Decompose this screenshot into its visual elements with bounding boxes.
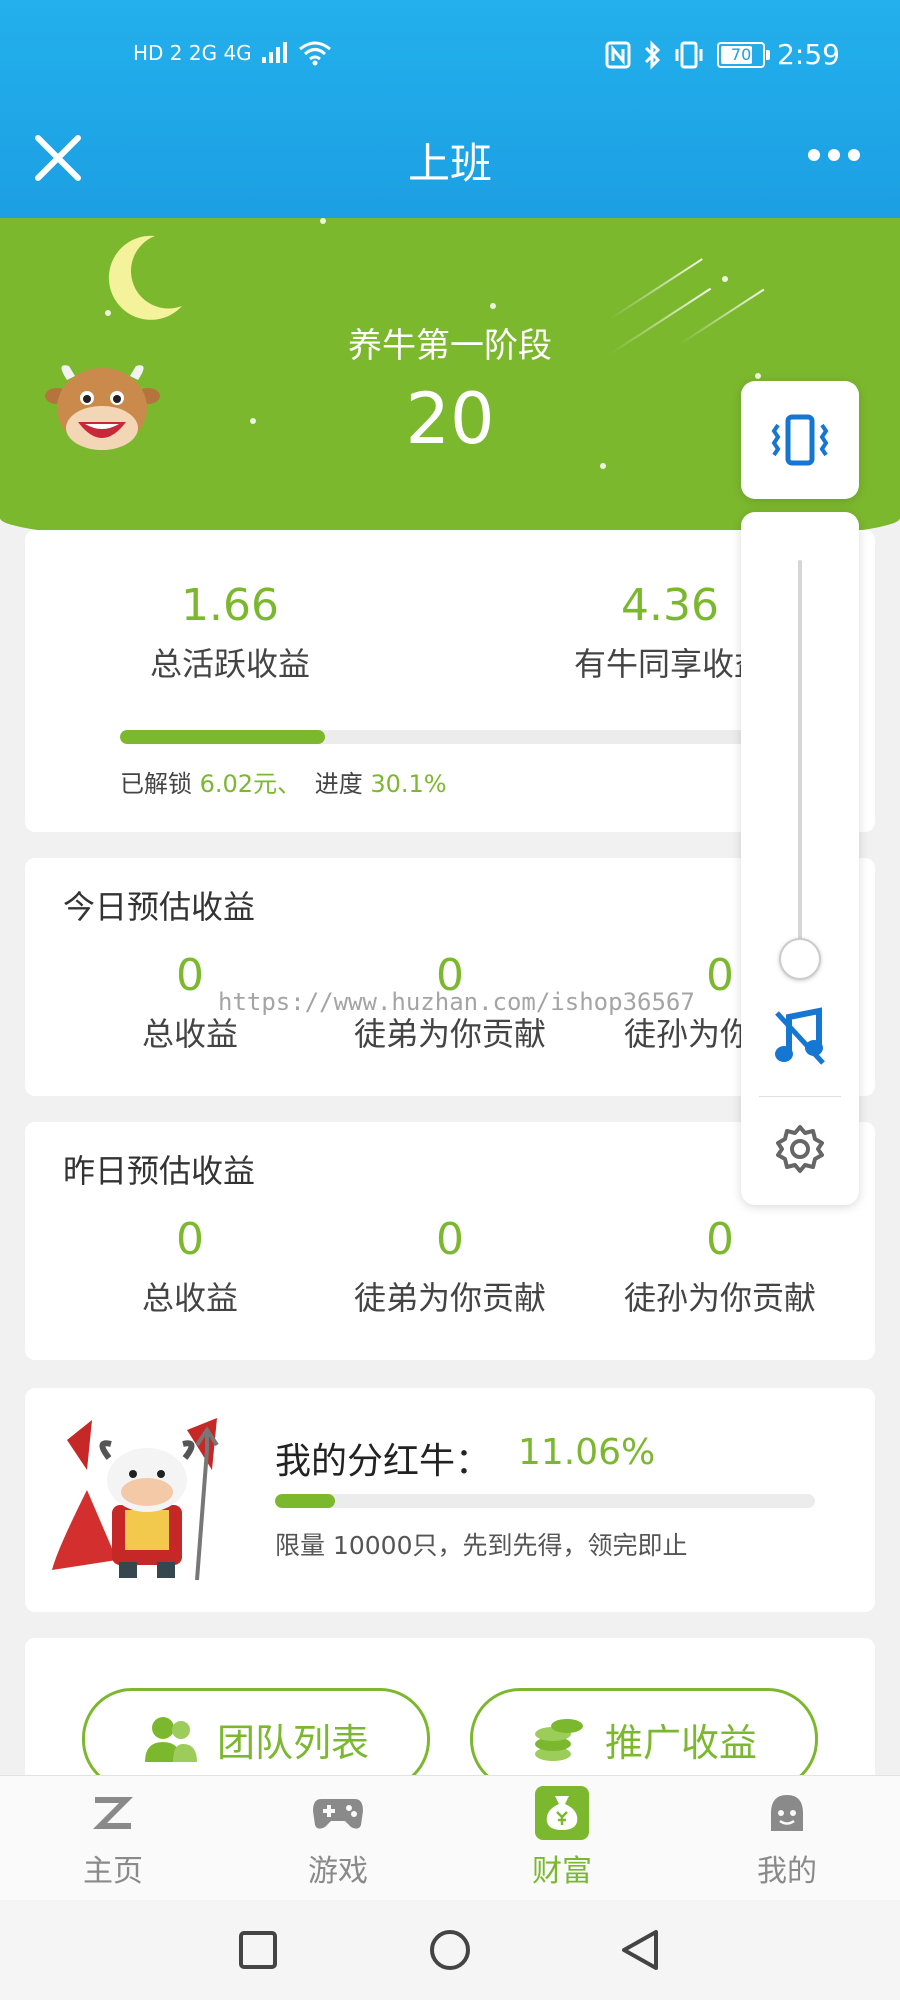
nav-item-home[interactable]: 主页 — [53, 1786, 173, 1890]
progress-prefix: 进度 — [314, 770, 363, 798]
unlock-progress-bar — [120, 730, 800, 744]
nav-home-label: 主页 — [83, 1854, 143, 1889]
recent-apps-icon[interactable] — [238, 1930, 278, 1970]
volume-slider-thumb[interactable] — [779, 938, 821, 980]
today-title: 今日预估收益 — [63, 888, 256, 926]
unlocked-prefix: 已解锁 — [120, 770, 192, 798]
page-title: 上班 — [407, 139, 492, 188]
home-circle-icon[interactable] — [428, 1928, 472, 1972]
top-bar: HD 2 2G 4G 70 2:59 上班 — [0, 0, 900, 218]
bluetooth-icon — [645, 39, 661, 70]
yesterday-grand-disciple: 0 徒孙为你贡献 — [595, 1214, 845, 1319]
panel-divider — [759, 1096, 841, 1097]
vibrate-toggle[interactable] — [741, 381, 859, 499]
watermark: https://www.huzhan.com/ishop36567 — [218, 988, 695, 1016]
gamepad-icon — [308, 1786, 368, 1840]
promotion-earnings-label: 推广收益 — [604, 1720, 757, 1765]
home-logo-icon — [83, 1786, 143, 1840]
more-options-icon[interactable] — [808, 140, 868, 170]
battery-level: 70 — [730, 45, 752, 64]
volume-panel — [741, 512, 859, 1205]
nav-item-wealth[interactable]: 财富 — [502, 1786, 622, 1890]
nav-item-me[interactable]: 我的 — [727, 1786, 847, 1890]
signal-icon — [261, 42, 287, 63]
dividend-progress-bar — [275, 1494, 815, 1508]
yesterday-total-label: 总收益 — [141, 1279, 238, 1317]
total-active-label: 总活跃收益 — [149, 645, 310, 683]
total-active-value: 1.66 — [181, 580, 279, 631]
nfc-icon — [605, 41, 631, 68]
dividend-value: 11.06% — [518, 1432, 656, 1473]
money-bag-icon — [532, 1786, 592, 1840]
dividend-label: 我的分红牛： — [275, 1441, 492, 1482]
team-icon — [144, 1717, 197, 1762]
status-bar-right: 70 2:59 — [605, 38, 840, 71]
yesterday-grand-label: 徒孙为你贡献 — [623, 1279, 816, 1317]
yesterday-disciple-label: 徒弟为你贡献 — [353, 1279, 546, 1317]
gear-icon[interactable] — [775, 1124, 825, 1174]
wifi-icon — [298, 41, 331, 66]
signal-text: HD 2 2G 4G — [133, 41, 252, 65]
team-list-label: 团队列表 — [216, 1720, 369, 1765]
warrior-cow-icon — [52, 1418, 219, 1581]
music-muted-icon[interactable] — [773, 1007, 827, 1067]
yesterday-total-value: 0 — [176, 1214, 204, 1265]
coins-icon — [534, 1719, 583, 1761]
system-navigation-bar — [0, 1900, 900, 2000]
yesterday-total: 0 总收益 — [75, 1214, 305, 1319]
yesterday-title: 昨日预估收益 — [63, 1152, 256, 1190]
volume-slider-track[interactable] — [798, 560, 802, 960]
profile-face-icon — [757, 1786, 817, 1840]
nav-me-label: 我的 — [757, 1854, 817, 1889]
battery-icon: 70 — [717, 41, 771, 68]
nav-item-games[interactable]: 游戏 — [278, 1786, 398, 1890]
status-bar-left: HD 2 2G 4G — [133, 40, 332, 66]
back-triangle-icon[interactable] — [618, 1928, 662, 1972]
unlocked-value: 6.02元、 — [199, 770, 302, 798]
vibrate-icon — [675, 41, 703, 68]
stage-label: 养牛第一阶段 — [348, 326, 552, 366]
bottom-navigation: 主页 游戏 财富 我的 — [0, 1775, 900, 1901]
clock: 2:59 — [777, 38, 840, 71]
dividend-cow-card[interactable]: 我的分红牛： 11.06% 限量 10000只，先到先得，领完即止 — [25, 1388, 875, 1612]
unlock-summary: 已解锁 6.02元、 进度 30.1% — [120, 764, 447, 799]
yesterday-disciple-value: 0 — [436, 1214, 464, 1265]
progress-value: 30.1% — [370, 770, 447, 798]
dividend-note: 限量 10000只，先到先得，领完即止 — [275, 1531, 688, 1560]
total-active-earnings: 1.66 总活跃收益 — [105, 580, 355, 685]
vibrate-mode-icon — [771, 414, 829, 466]
yesterday-disciple: 0 徒弟为你贡献 — [325, 1214, 575, 1319]
unlock-progress-fill — [120, 730, 325, 744]
dividend-progress-fill — [275, 1494, 335, 1508]
yesterday-grand-value: 0 — [706, 1214, 734, 1265]
nav-games-label: 游戏 — [308, 1854, 368, 1889]
moon-icon — [108, 235, 182, 320]
nav-wealth-label: 财富 — [532, 1854, 592, 1889]
